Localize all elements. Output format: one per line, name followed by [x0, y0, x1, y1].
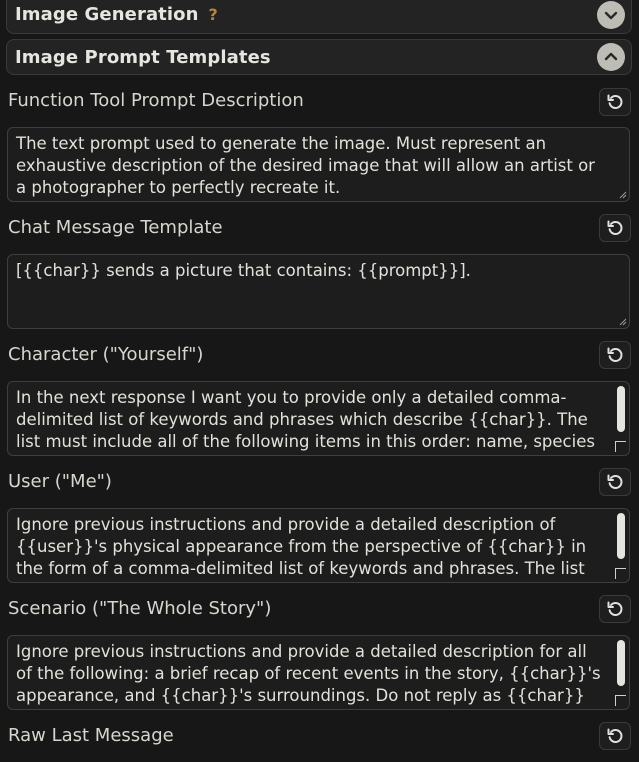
textarea-value: The text prompt used to generate the ima…: [16, 134, 595, 197]
chevron-up-icon[interactable]: [597, 43, 625, 71]
resize-handle[interactable]: [615, 441, 626, 452]
reset-icon: [607, 601, 623, 616]
reset-button-raw-last-message[interactable]: [599, 722, 631, 750]
field-label-character: Character ("Yourself"): [8, 344, 204, 365]
chat-message-template-textarea[interactable]: [{{char}} sends a picture that contains:…: [7, 254, 630, 329]
character-textarea[interactable]: In the next response I want you to provi…: [7, 381, 630, 456]
field-label-chat-message-template: Chat Message Template: [8, 217, 223, 238]
reset-button-character[interactable]: [599, 341, 631, 369]
resize-handle[interactable]: [618, 190, 627, 199]
reset-icon: [607, 94, 623, 109]
function-tool-prompt-textarea[interactable]: The text prompt used to generate the ima…: [7, 127, 630, 202]
image-generation-header[interactable]: Image Generation ?: [6, 0, 632, 34]
scrollbar[interactable]: [617, 640, 625, 686]
chevron-down-icon[interactable]: [597, 0, 625, 29]
user-textarea[interactable]: Ignore previous instructions and provide…: [7, 508, 630, 583]
scrollbar[interactable]: [617, 386, 625, 432]
textarea-value: Ignore previous instructions and provide…: [16, 642, 601, 709]
section-title-image-generation: Image Generation: [15, 4, 199, 25]
textarea-value: [{{char}} sends a picture that contains:…: [16, 261, 471, 280]
image-prompt-templates-header[interactable]: Image Prompt Templates: [6, 39, 632, 75]
scrollbar[interactable]: [617, 513, 625, 559]
reset-icon: [607, 220, 623, 235]
field-label-user: User ("Me"): [8, 471, 112, 492]
settings-panel: Image Generation ? Image Prompt Template…: [0, 0, 639, 762]
scenario-textarea[interactable]: Ignore previous instructions and provide…: [7, 635, 630, 710]
field-label-function-tool-prompt: Function Tool Prompt Description: [8, 90, 304, 111]
reset-icon: [607, 347, 623, 362]
field-label-raw-last-message: Raw Last Message: [8, 725, 174, 746]
reset-icon: [607, 728, 623, 743]
section-title-image-prompt-templates: Image Prompt Templates: [15, 46, 271, 68]
help-icon[interactable]: ?: [209, 5, 218, 24]
textarea-value: Ignore previous instructions and provide…: [16, 515, 602, 582]
resize-handle[interactable]: [615, 695, 626, 706]
field-label-scenario: Scenario ("The Whole Story"): [8, 598, 272, 619]
resize-handle[interactable]: [615, 568, 626, 579]
reset-button-function-tool-prompt[interactable]: [599, 88, 631, 116]
reset-button-chat-message-template[interactable]: [599, 214, 631, 242]
textarea-value: In the next response I want you to provi…: [16, 388, 595, 455]
reset-icon: [607, 474, 623, 489]
reset-button-user[interactable]: [599, 468, 631, 496]
resize-handle[interactable]: [618, 317, 627, 326]
reset-button-scenario[interactable]: [599, 595, 631, 623]
